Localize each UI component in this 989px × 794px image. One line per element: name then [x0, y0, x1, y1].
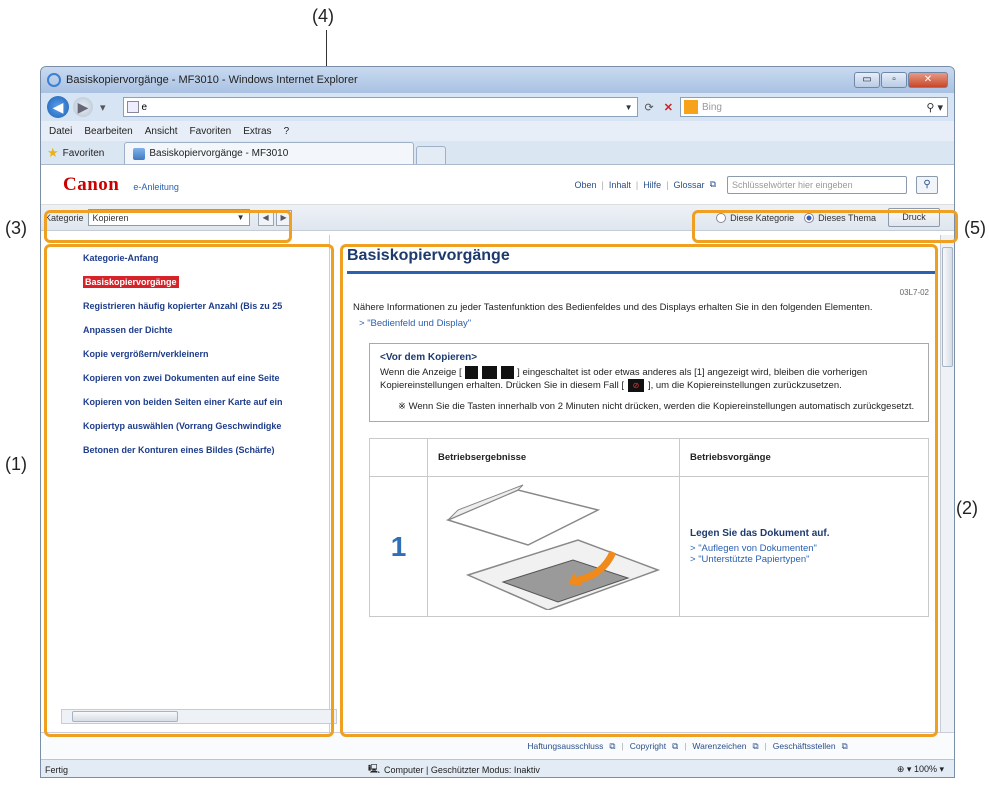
- highlight-sidebar: [44, 244, 334, 737]
- separator: |: [666, 179, 669, 190]
- external-window-icon: ⧉: [752, 740, 759, 751]
- callout-3: (3): [5, 218, 27, 238]
- security-zone: 🖳 Computer | Geschützter Modus: Inaktiv: [368, 762, 540, 778]
- status-text: Fertig: [45, 764, 69, 775]
- star-icon: ★: [47, 145, 59, 160]
- forward-button[interactable]: ▶: [73, 97, 93, 117]
- address-text: e: [141, 101, 148, 113]
- status-bar: Fertig 🖳 Computer | Geschützter Modus: I…: [41, 759, 954, 778]
- scroll-thumb[interactable]: [942, 247, 953, 367]
- footer-link-warenzeichen[interactable]: Warenzeichen: [692, 741, 746, 751]
- ie-logo-icon: [47, 73, 61, 87]
- highlight-print: [692, 210, 958, 243]
- external-window-icon: ⧉: [709, 179, 716, 189]
- highlight-main: [340, 244, 938, 737]
- menu-ansicht[interactable]: Ansicht: [145, 126, 178, 137]
- external-window-icon: ⧉: [672, 740, 679, 751]
- keyword-search-placeholder: Schlüsselwörter hier eingeben: [732, 179, 853, 190]
- tab-favicon-icon: [133, 147, 146, 160]
- callout-5: (5): [964, 218, 986, 238]
- link-inhalt[interactable]: Inhalt: [609, 180, 631, 190]
- zoom-level: 100%: [913, 764, 937, 774]
- browser-tab[interactable]: Basiskopiervorgänge - MF3010: [124, 142, 415, 164]
- separator: |: [601, 179, 604, 190]
- separator: |: [621, 741, 624, 751]
- keyword-search-button[interactable]: ⚲: [916, 175, 938, 194]
- footer-link-haftung[interactable]: Haftungsausschluss: [527, 741, 603, 751]
- callout-2: (2): [956, 498, 978, 518]
- menu-datei[interactable]: Datei: [49, 126, 72, 137]
- footer-link-copyright[interactable]: Copyright: [630, 741, 666, 751]
- callout-1: (1): [5, 454, 27, 474]
- favorites-bar: ★ Favoriten Basiskopiervorgänge - MF3010: [41, 141, 954, 165]
- title-bar: Basiskopiervorgänge - MF3010 - Windows I…: [41, 67, 954, 93]
- maximize-button[interactable]: ▫: [881, 72, 907, 88]
- new-tab-button[interactable]: [416, 146, 447, 164]
- highlight-category: [44, 210, 292, 243]
- computer-icon: 🖳: [368, 763, 381, 774]
- e-manual-label: e-Anleitung: [133, 181, 179, 192]
- callout-4: (4): [312, 6, 334, 26]
- tab-label: Basiskopiervorgänge - MF3010: [149, 148, 289, 159]
- favorites-label: Favoriten: [62, 147, 105, 159]
- vertical-scrollbar[interactable]: [940, 235, 954, 732]
- search-field[interactable]: Bing ⚲ ▾: [679, 97, 948, 117]
- close-button[interactable]: ✕: [908, 72, 948, 88]
- menu-favoriten[interactable]: Favoriten: [190, 126, 232, 137]
- menu-extras[interactable]: Extras: [243, 126, 271, 137]
- history-dropdown-icon[interactable]: ▾: [97, 101, 109, 114]
- canon-logo: Canon: [63, 173, 120, 195]
- link-oben[interactable]: Oben: [574, 180, 596, 190]
- zone-text: Computer | Geschützter Modus: Inaktiv: [384, 764, 540, 775]
- menu-bearbeiten[interactable]: Bearbeiten: [84, 126, 132, 137]
- address-field[interactable]: e ▼: [122, 97, 638, 117]
- menu-help[interactable]: ?: [284, 126, 290, 137]
- refresh-icon[interactable]: ⟳: [642, 101, 657, 114]
- minimize-button[interactable]: ▭: [854, 72, 880, 88]
- menu-bar: Datei Bearbeiten Ansicht Favoriten Extra…: [41, 121, 954, 141]
- separator: |: [635, 179, 639, 190]
- bing-icon: [683, 100, 698, 114]
- search-placeholder: Bing: [701, 101, 722, 113]
- address-dropdown-icon[interactable]: ▼: [625, 103, 633, 112]
- link-glossar[interactable]: Glossar: [674, 180, 705, 190]
- window-title: Basiskopiervorgänge - MF3010 - Windows I…: [66, 74, 358, 86]
- zoom-control[interactable]: ⊕ ▾ 100% ▾: [897, 764, 944, 775]
- window-controls: ▭ ▫ ✕: [854, 72, 948, 88]
- keyword-search-input[interactable]: Schlüsselwörter hier eingeben: [727, 175, 907, 194]
- address-toolbar: ◀ ▶ ▾ e ▼ ⟳ ✕ Bing ⚲ ▾: [41, 93, 954, 121]
- favorites-button[interactable]: ★ Favoriten: [47, 142, 116, 164]
- separator: |: [764, 741, 767, 751]
- footer-link-geschaeftsstellen[interactable]: Geschäftsstellen: [773, 741, 836, 751]
- back-button[interactable]: ◀: [47, 96, 69, 118]
- link-hilfe[interactable]: Hilfe: [643, 180, 661, 190]
- page-icon: [126, 101, 139, 113]
- separator: |: [684, 741, 687, 751]
- external-window-icon: ⧉: [841, 740, 848, 751]
- stop-icon[interactable]: ✕: [661, 101, 676, 114]
- top-links: Oben | Inhalt | Hilfe | Glossar ⧉ Schlüs…: [574, 175, 954, 194]
- page-header: Canon e-Anleitung Oben | Inhalt | Hilfe …: [41, 165, 954, 205]
- search-icon[interactable]: ⚲ ▾: [926, 101, 943, 114]
- external-window-icon: ⧉: [609, 740, 616, 751]
